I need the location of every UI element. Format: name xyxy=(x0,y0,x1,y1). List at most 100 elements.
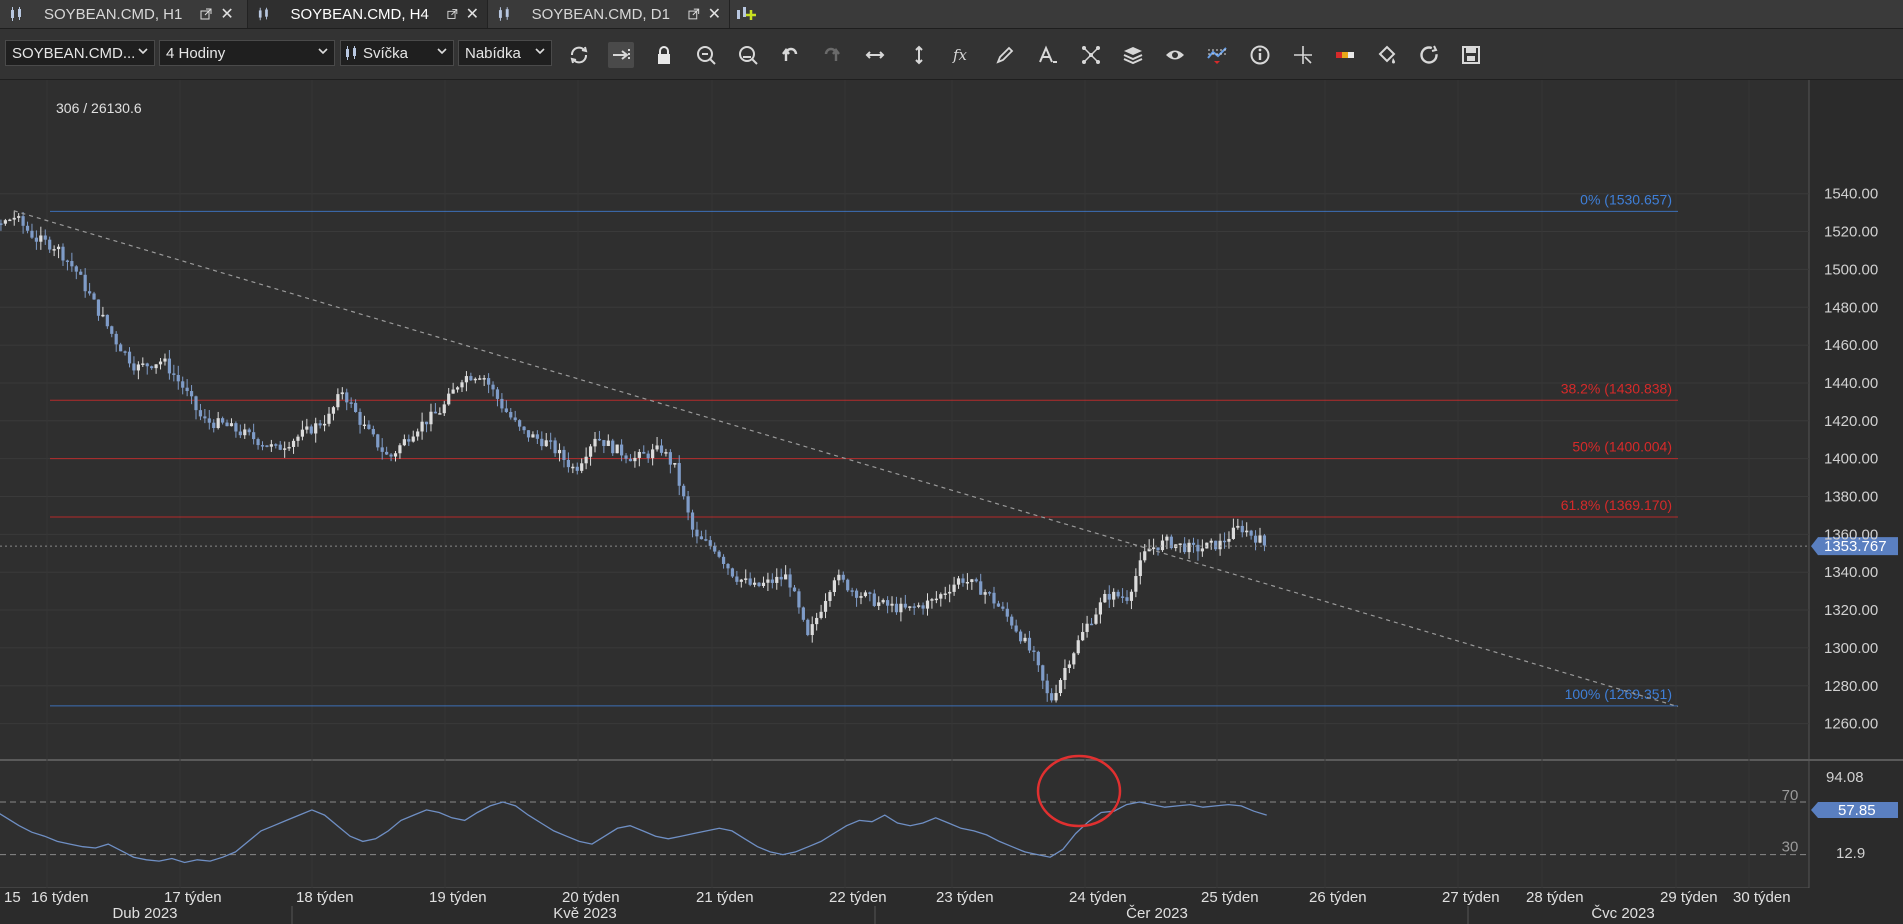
detach-icon[interactable] xyxy=(688,8,700,20)
candle-body xyxy=(61,246,65,261)
reload-button[interactable] xyxy=(1416,42,1442,68)
candle-body xyxy=(1005,608,1009,617)
save-icon xyxy=(1462,46,1480,64)
candle-body xyxy=(921,605,925,609)
candle-body xyxy=(1218,540,1222,550)
candle-body xyxy=(1262,535,1267,546)
candle-body xyxy=(274,444,278,446)
tab-soybean-h4[interactable]: SOYBEAN.CMD, H4 ✕ xyxy=(248,0,488,28)
candle-body xyxy=(952,584,956,592)
candle-body xyxy=(841,574,845,580)
candle-body xyxy=(872,593,876,606)
candle-body xyxy=(1125,597,1129,601)
redo-icon xyxy=(824,47,840,61)
text-tool-button[interactable] xyxy=(1035,42,1061,68)
crosshair-button[interactable] xyxy=(1290,42,1316,68)
candle-body xyxy=(158,361,163,365)
tab-bar: SOYBEAN.CMD, H1 ✕ SOYBEAN.CMD, H4 ✕ SOYB… xyxy=(0,0,1903,29)
tab-soybean-d1[interactable]: SOYBEAN.CMD, D1 ✕ xyxy=(488,0,730,28)
save-button[interactable] xyxy=(1458,42,1484,68)
candle-body xyxy=(154,364,158,369)
layers-button[interactable] xyxy=(1120,42,1146,68)
price-type-select[interactable]: Nabídka xyxy=(458,40,552,66)
candle-body xyxy=(25,225,30,231)
detach-icon[interactable] xyxy=(200,8,212,20)
info-button[interactable] xyxy=(1247,42,1273,68)
candle-body xyxy=(300,429,304,437)
chart-type-select[interactable]: Svíčka xyxy=(340,40,454,66)
visibility-button[interactable] xyxy=(1162,42,1188,68)
close-icon[interactable]: ✕ xyxy=(708,4,721,24)
fibonacci-level-label: 61.8% (1369.170) xyxy=(1561,497,1672,513)
candle-body xyxy=(726,563,730,569)
zoom-out-button[interactable] xyxy=(735,42,761,68)
timeframe-select[interactable]: 4 Hodiny xyxy=(159,40,335,66)
candle-body xyxy=(398,445,402,454)
candle-body xyxy=(557,449,562,454)
candle-body xyxy=(939,594,943,599)
candle-body xyxy=(1023,637,1027,642)
refresh-icon xyxy=(570,46,588,64)
compare-button[interactable] xyxy=(1204,42,1230,68)
month-tick-label: Čvc 2023 xyxy=(1591,905,1654,922)
week-tick-label: 18 týden xyxy=(296,889,354,906)
candle-body xyxy=(1076,640,1080,654)
candle-body xyxy=(859,596,863,598)
week-tick-label: 25 týden xyxy=(1201,889,1259,906)
candle-body xyxy=(970,579,974,583)
color-scheme-button[interactable] xyxy=(1332,42,1358,68)
new-chart-button[interactable] xyxy=(730,0,762,28)
candle-body xyxy=(238,431,242,436)
autoscroll-icon xyxy=(613,49,630,61)
candle-body xyxy=(535,434,539,439)
candle-body xyxy=(407,439,411,442)
rsi-axis-label: 94.08 xyxy=(1826,769,1864,786)
refresh-button[interactable] xyxy=(566,42,592,68)
indicators-button[interactable]: fx xyxy=(949,42,975,68)
price-tick-label: 1540.00 xyxy=(1824,186,1878,203)
tab-soybean-h1[interactable]: SOYBEAN.CMD, H1 ✕ xyxy=(0,0,248,28)
undo-button[interactable] xyxy=(777,42,803,68)
zoom-in-button[interactable] xyxy=(693,42,719,68)
symbol-select-value: SOYBEAN.CMD... xyxy=(12,44,136,62)
symbol-select[interactable]: SOYBEAN.CMD... xyxy=(5,40,155,66)
candle-body xyxy=(571,466,575,469)
candle-body xyxy=(185,387,189,392)
candle-body xyxy=(438,413,442,415)
candle-body xyxy=(1041,665,1045,681)
autoscroll-button[interactable] xyxy=(608,42,634,68)
candle-body xyxy=(992,592,996,604)
candle-body xyxy=(74,266,78,272)
candle-body xyxy=(620,444,624,456)
paint-button[interactable] xyxy=(1374,42,1400,68)
objects-button[interactable] xyxy=(1078,42,1104,68)
week-tick-label: 20 týden xyxy=(562,889,620,906)
fit-vertical-button[interactable] xyxy=(906,42,932,68)
draw-button[interactable] xyxy=(992,42,1018,68)
candle-body xyxy=(1183,543,1187,553)
fit-horizontal-button[interactable] xyxy=(862,42,888,68)
candle-body xyxy=(646,453,650,459)
svg-text:fx: fx xyxy=(952,46,968,64)
candle-body xyxy=(850,590,854,592)
candle-body xyxy=(39,235,43,242)
candle-body xyxy=(252,432,256,440)
candle-body xyxy=(416,431,420,437)
candle-body xyxy=(70,261,74,267)
detach-icon[interactable] xyxy=(447,8,458,20)
candle-body xyxy=(1116,591,1120,597)
candle-body xyxy=(393,453,398,457)
candle-body xyxy=(837,574,841,581)
candle-body xyxy=(8,219,12,222)
candle-body xyxy=(92,293,96,300)
candle-body xyxy=(482,378,486,380)
price-chart[interactable]: 0% (1530.657) 38.2% (1430.838) 50% (1400.0… xyxy=(0,80,1903,924)
candle-body xyxy=(1014,625,1018,632)
candle-body xyxy=(526,430,531,438)
redo-button[interactable] xyxy=(819,42,845,68)
candle-body xyxy=(331,407,336,414)
lock-button[interactable] xyxy=(651,42,677,68)
close-icon[interactable]: ✕ xyxy=(220,4,233,24)
candle-body xyxy=(1050,693,1054,701)
close-icon[interactable]: ✕ xyxy=(466,4,479,24)
